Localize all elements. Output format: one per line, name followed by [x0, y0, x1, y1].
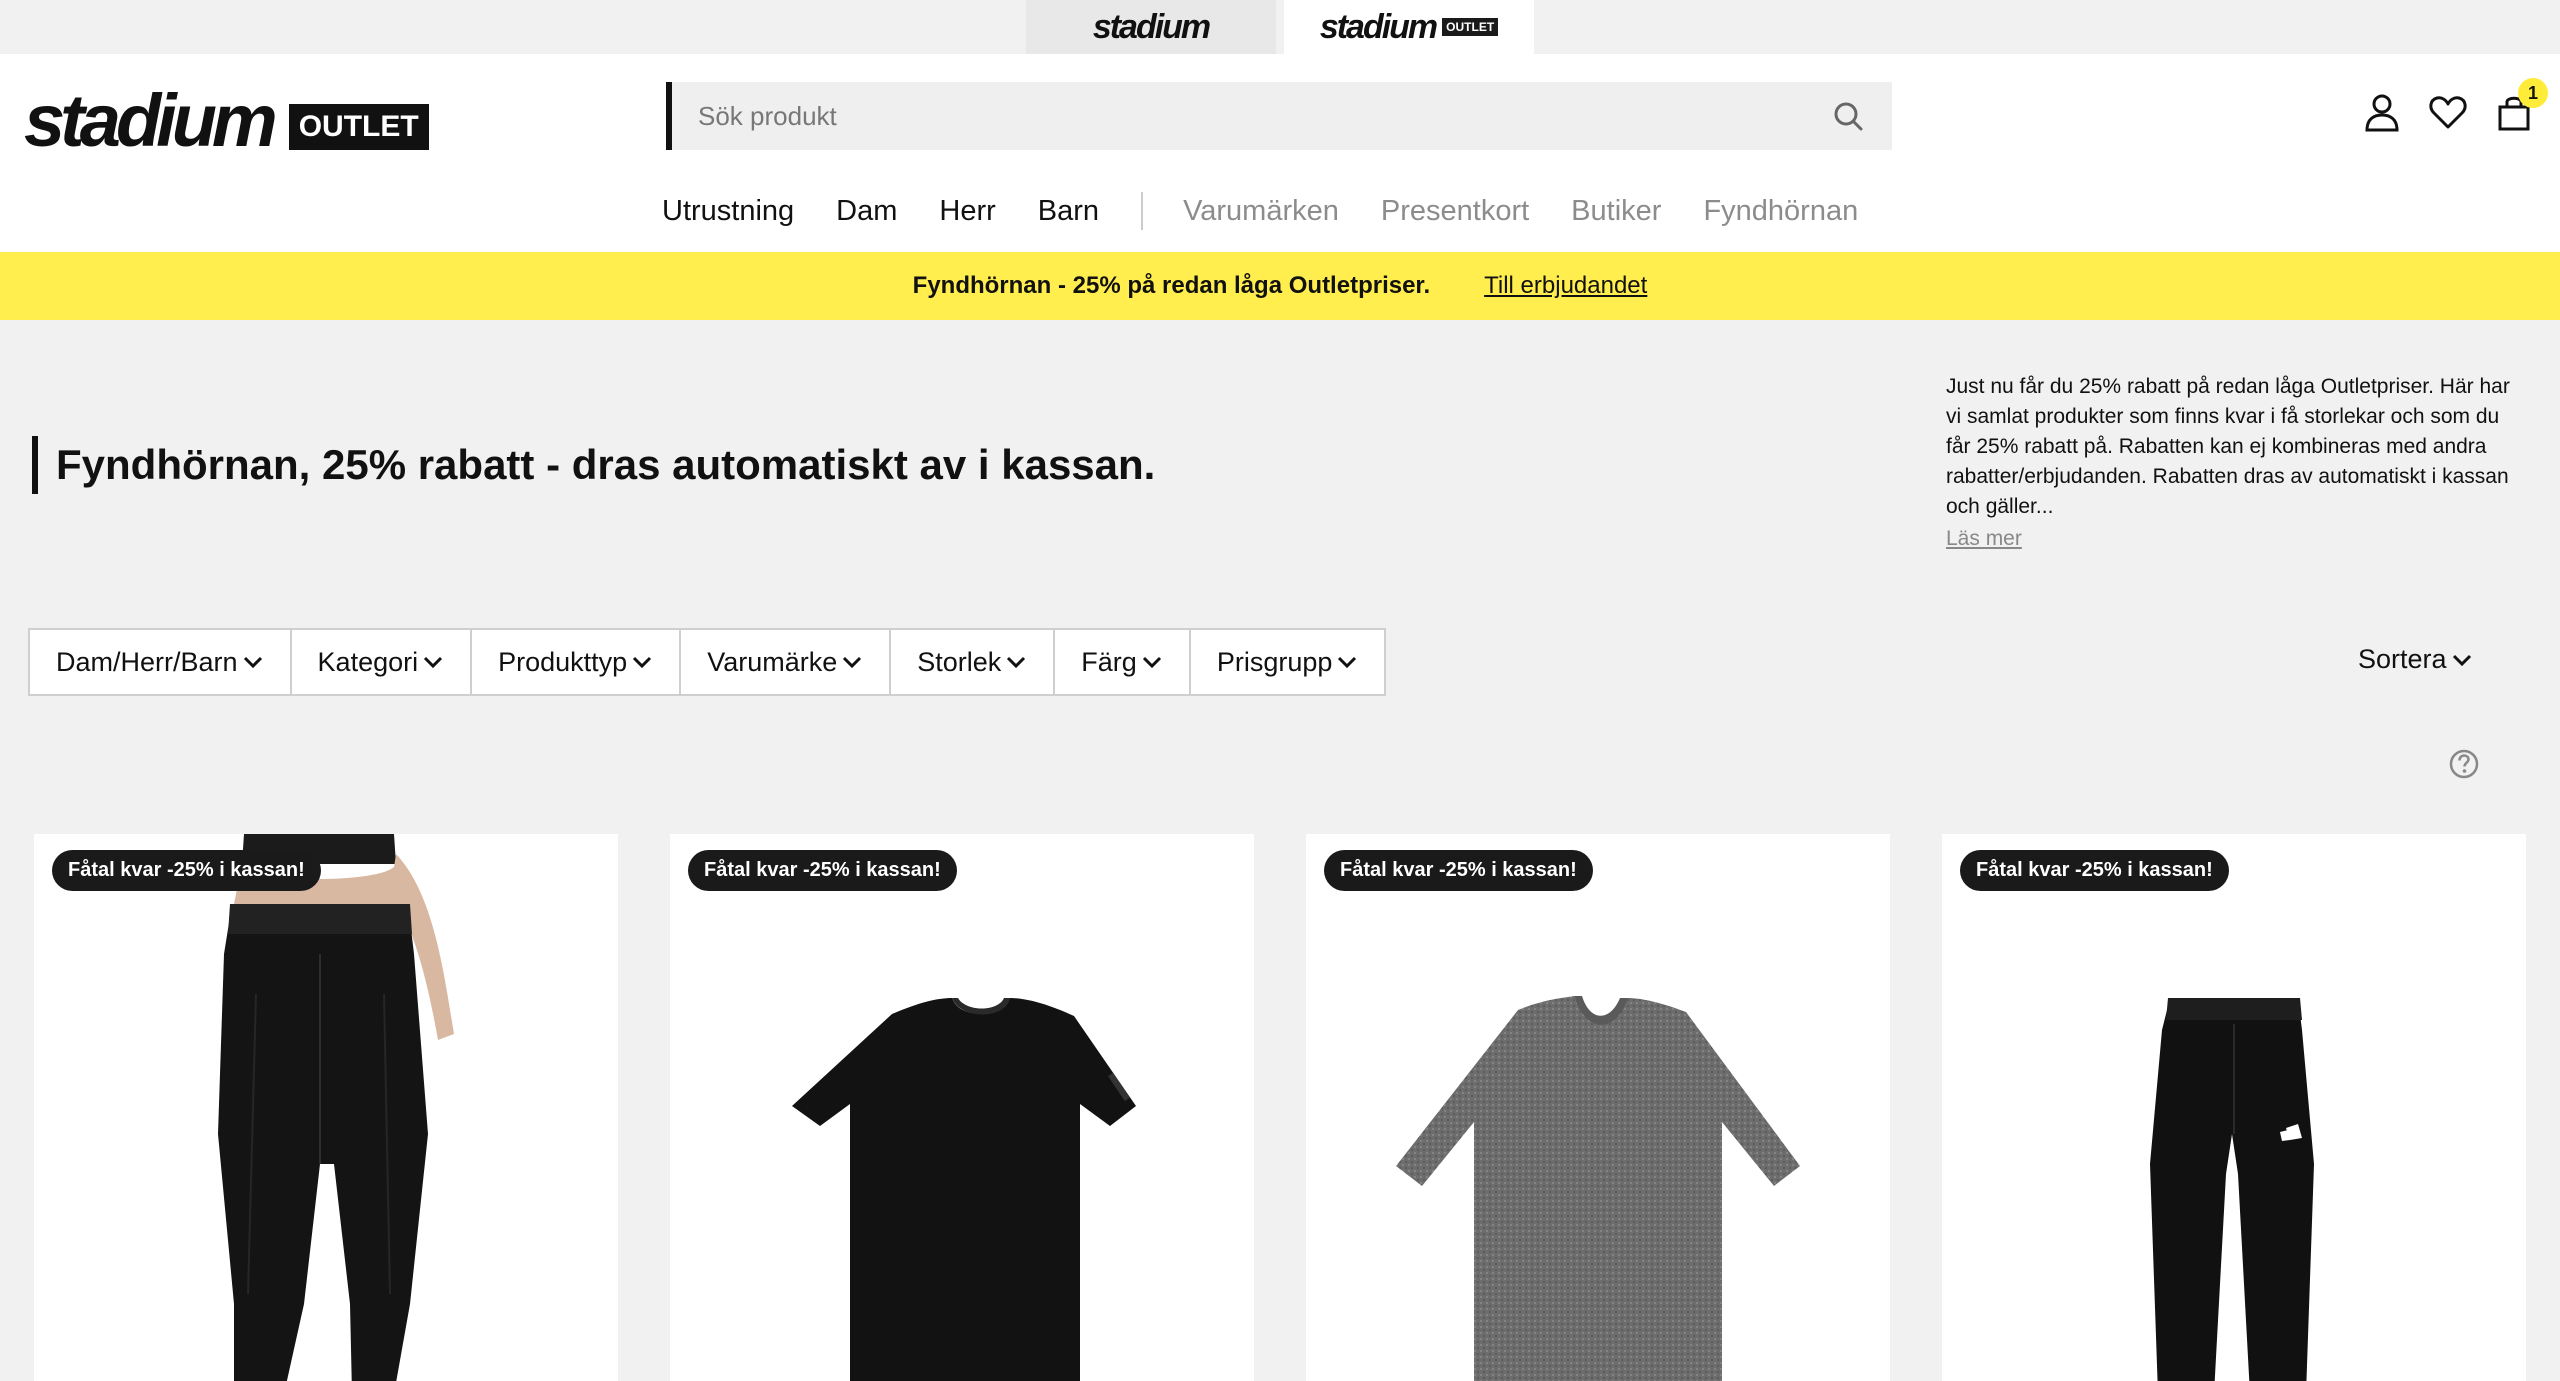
search-bar [666, 82, 1892, 150]
chevron-down-icon [1142, 656, 1161, 669]
product-image-black-tshirt [792, 998, 1136, 1381]
store-tab-outlet-label: stadium [1319, 7, 1438, 46]
cart-count-badge: 1 [2518, 78, 2548, 108]
nav-item-fyndhornan[interactable]: Fyndhörnan [1703, 195, 1858, 228]
nav-item-herr[interactable]: Herr [939, 195, 995, 228]
filter-size[interactable]: Storlek [891, 630, 1056, 694]
main-nav: Utrustning Dam Herr Barn Varumärken Pres… [662, 186, 1900, 236]
filter-gender[interactable]: Dam/Herr/Barn [30, 630, 292, 694]
filter-bar: Dam/Herr/Barn Kategori Produkttyp Varumä… [28, 628, 1387, 696]
read-more-link[interactable]: Läs mer [1946, 524, 2526, 554]
product-image-adidas-tights [2150, 998, 2314, 1381]
filter-product-type-label: Produkttyp [498, 646, 628, 677]
product-image-grey-tshirt [1396, 996, 1800, 1381]
filter-product-type[interactable]: Produkttyp [472, 630, 682, 694]
product-card[interactable]: Fåtal kvar -25% i kassan! [670, 834, 1254, 1381]
promo-link[interactable]: Till erbjudandet [1484, 272, 1647, 300]
product-card[interactable]: Fåtal kvar -25% i kassan! [1306, 834, 1890, 1381]
account-icon[interactable] [2362, 92, 2402, 132]
store-tab-outlet[interactable]: stadium OUTLET [1284, 0, 1534, 54]
filter-color-label: Färg [1081, 646, 1137, 677]
sort-label: Sortera [2358, 644, 2447, 674]
promo-banner: Fyndhörnan - 25% på redan låga Outletpri… [0, 252, 2560, 320]
category-description: Just nu får du 25% rabatt på redan låga … [1946, 372, 2526, 554]
store-tab-stadium-label: stadium [1092, 7, 1211, 46]
product-card[interactable]: Fåtal kvar -25% i kassan! [1942, 834, 2526, 1381]
heart-icon[interactable] [2428, 92, 2468, 132]
header-icons: 1 [2362, 78, 2548, 132]
chevron-down-icon [1007, 656, 1026, 669]
cart-button[interactable]: 1 [2494, 78, 2548, 132]
logo-wordmark: stadium [24, 79, 278, 162]
search-input[interactable] [672, 100, 1772, 132]
stock-badge: Fåtal kvar -25% i kassan! [1960, 850, 2229, 891]
category-description-text: Just nu får du 25% rabatt på redan låga … [1946, 375, 2510, 518]
store-tab-stadium[interactable]: stadium [1026, 0, 1276, 54]
nav-item-barn[interactable]: Barn [1038, 195, 1099, 228]
stock-badge: Fåtal kvar -25% i kassan! [52, 850, 321, 891]
filter-category[interactable]: Kategori [291, 630, 473, 694]
filter-size-label: Storlek [917, 646, 1002, 677]
filter-brand[interactable]: Varumärke [681, 630, 892, 694]
filter-category-label: Kategori [317, 646, 419, 677]
page-title: Fyndhörnan, 25% rabatt - dras automatisk… [32, 436, 1155, 494]
product-card[interactable]: Fåtal kvar -25% i kassan! [34, 834, 618, 1381]
nav-item-presentkort[interactable]: Presentkort [1381, 195, 1529, 228]
nav-item-butiker[interactable]: Butiker [1571, 195, 1661, 228]
nav-divider [1141, 192, 1144, 230]
logo[interactable]: stadium OUTLET [24, 84, 429, 158]
store-tab-outlet-tag: OUTLET [1442, 18, 1499, 36]
store-switch-bar: stadium stadium OUTLET [0, 0, 2560, 54]
help-icon[interactable] [2448, 748, 2480, 780]
filter-price-group-label: Prisgrupp [1216, 646, 1333, 677]
filter-gender-label: Dam/Herr/Barn [56, 646, 238, 677]
chevron-down-icon [2452, 654, 2471, 666]
site-header: stadium OUTLET 1 Utrustning Dam Herr Bar… [0, 54, 2560, 252]
chevron-down-icon [843, 656, 862, 669]
product-image-tights [218, 834, 454, 1381]
promo-text: Fyndhörnan - 25% på redan låga Outletpri… [912, 272, 1431, 299]
chevron-down-icon [424, 656, 443, 669]
filter-brand-label: Varumärke [707, 646, 838, 677]
chevron-down-icon [1338, 656, 1357, 669]
stock-badge: Fåtal kvar -25% i kassan! [1324, 850, 1593, 891]
nav-item-utrustning[interactable]: Utrustning [662, 195, 794, 228]
chevron-down-icon [633, 656, 652, 669]
logo-outlet-tag: OUTLET [288, 104, 429, 150]
filter-color[interactable]: Färg [1055, 630, 1191, 694]
search-icon[interactable] [1832, 100, 1864, 132]
sort-button[interactable]: Sortera [2358, 644, 2473, 675]
stock-badge: Fåtal kvar -25% i kassan! [688, 850, 957, 891]
chevron-down-icon [243, 656, 262, 669]
filter-price-group[interactable]: Prisgrupp [1190, 630, 1385, 694]
nav-item-varumarken[interactable]: Varumärken [1183, 195, 1339, 228]
nav-item-dam[interactable]: Dam [836, 195, 897, 228]
